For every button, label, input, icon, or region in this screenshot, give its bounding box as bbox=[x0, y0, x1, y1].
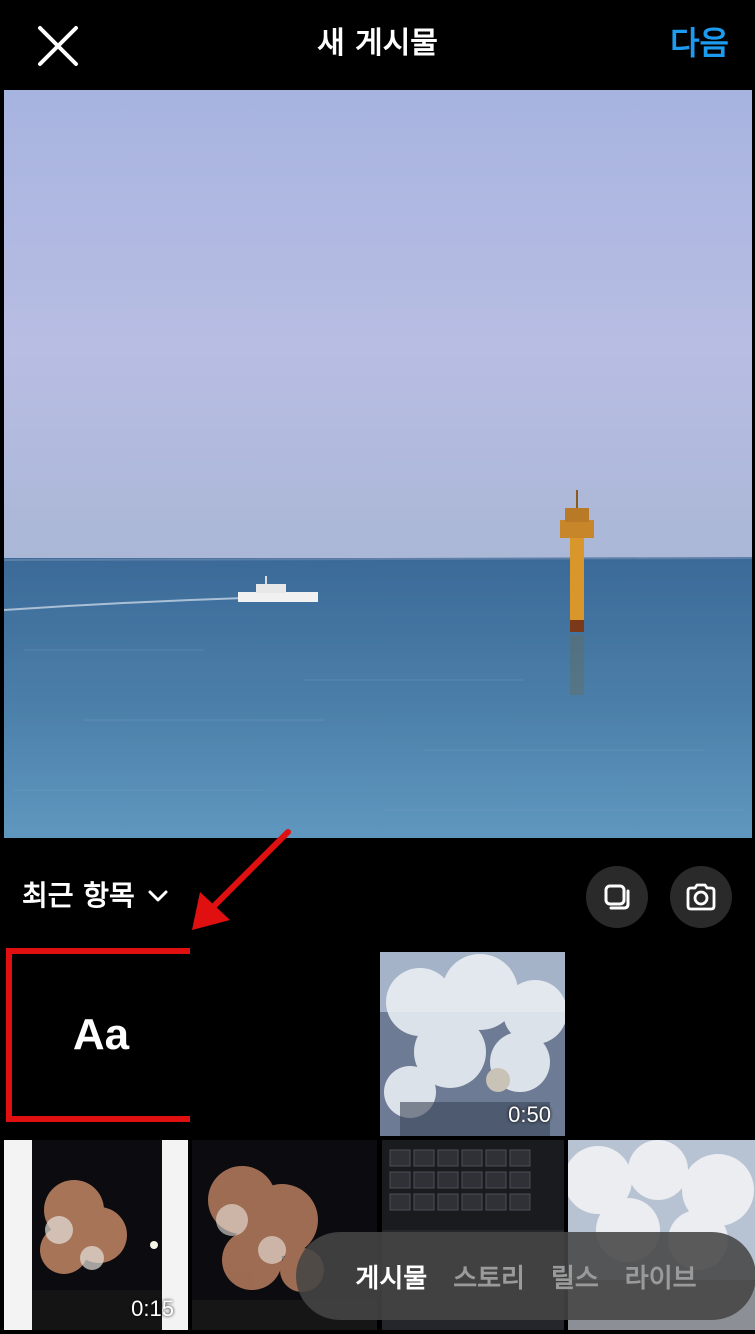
text-post-tile[interactable]: Aa bbox=[6, 948, 196, 1122]
mode-reels[interactable]: 릴스 bbox=[551, 1258, 599, 1295]
next-button[interactable]: 다음 bbox=[670, 22, 729, 64]
chevron-down-icon bbox=[148, 890, 168, 902]
camera-button[interactable] bbox=[670, 866, 732, 928]
multi-select-icon bbox=[604, 884, 630, 910]
cherry-blossom-video-tile[interactable]: 0:50 bbox=[380, 952, 565, 1136]
text-tile-label: Aa bbox=[72, 1010, 130, 1059]
empty-tile bbox=[567, 948, 755, 1134]
video-duration: 0:15 bbox=[131, 1296, 174, 1321]
night-blossom-video-tile[interactable]: 0:15 bbox=[4, 1140, 188, 1330]
post-type-selector: 게시물 스토리 릴스 라이브 bbox=[296, 1232, 755, 1320]
album-row: 최근 항목 bbox=[0, 840, 755, 950]
empty-tile bbox=[190, 948, 378, 1134]
selected-photo-preview[interactable] bbox=[4, 90, 752, 838]
album-label: 최근 항목 bbox=[22, 879, 135, 912]
mode-live[interactable]: 라이브 bbox=[625, 1258, 697, 1295]
mode-story[interactable]: 스토리 bbox=[453, 1258, 525, 1295]
video-duration: 0:50 bbox=[508, 1102, 551, 1127]
top-bar: 새 게시물 다음 bbox=[0, 0, 755, 88]
camera-icon bbox=[686, 883, 716, 911]
mode-post[interactable]: 게시물 bbox=[355, 1258, 427, 1295]
multi-select-button[interactable] bbox=[586, 866, 648, 928]
album-dropdown[interactable]: 최근 항목 bbox=[22, 878, 169, 914]
page-title: 새 게시물 bbox=[317, 26, 438, 61]
